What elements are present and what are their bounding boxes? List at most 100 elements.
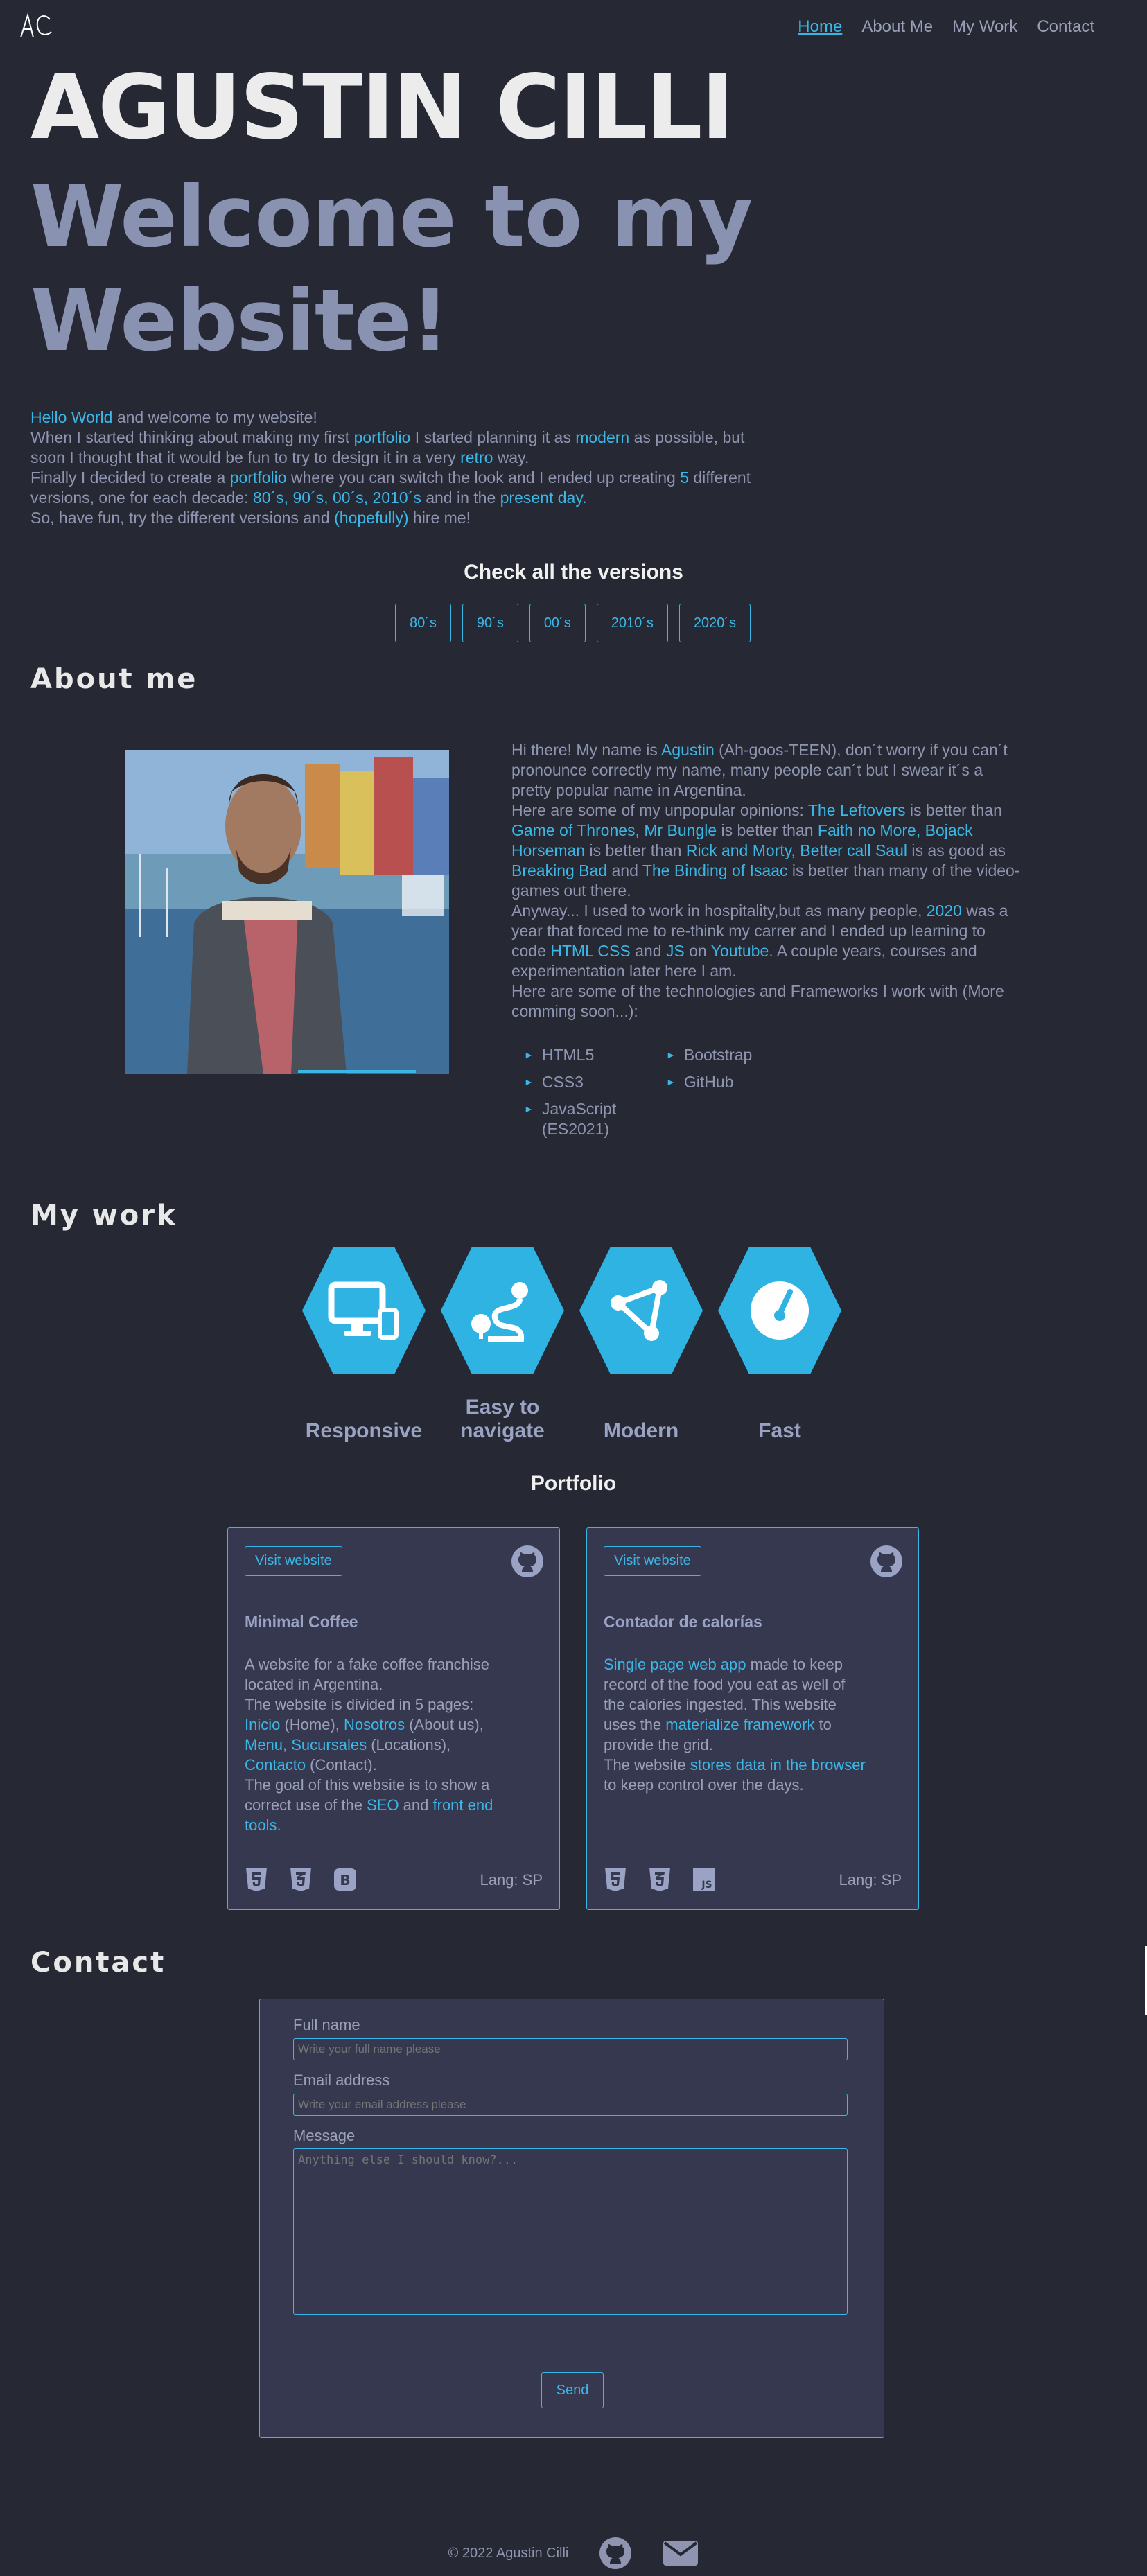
- send-button[interactable]: Send: [541, 2372, 604, 2408]
- full-name-input[interactable]: [293, 2038, 848, 2060]
- bullet-icon: ►: [666, 1076, 676, 1087]
- intro-line-1: Hello World and welcome to my website!: [30, 408, 779, 428]
- tech-label: Bootstrap: [683, 1046, 753, 1064]
- intro-highlight: 5: [680, 468, 689, 487]
- bullet-icon: ►: [524, 1103, 534, 1114]
- nav-home[interactable]: Home: [798, 17, 842, 37]
- intro-highlight: retro: [460, 448, 493, 466]
- about-highlight: Agustin: [661, 741, 715, 759]
- card-footer: B Lang: SP: [245, 1866, 543, 1893]
- nav-my-work[interactable]: My Work: [952, 17, 1017, 37]
- card-title: Contador de calorías: [604, 1613, 762, 1631]
- tech-item: ► GitHub: [666, 1072, 808, 1092]
- site-logo[interactable]: [18, 10, 54, 43]
- about-text-span: is as good as: [907, 841, 1006, 859]
- card-highlight: Menu, Sucursales: [245, 1736, 367, 1753]
- github-icon[interactable]: [599, 2536, 632, 2570]
- logo-icon: [20, 12, 52, 38]
- card-description: A website for a fake coffee franchise lo…: [245, 1654, 508, 1835]
- profile-photo-image: [125, 750, 449, 1074]
- about-highlight: HTML CSS: [550, 942, 631, 960]
- tech-list: ► HTML5 ► Bootstrap ► CSS3 ► GitHub ► JavaScr…: [524, 1045, 808, 1139]
- gauge-icon: [718, 1247, 841, 1374]
- tech-item: ► JavaScript (ES2021): [524, 1099, 666, 1139]
- intro-text-span: So, have fun, try the different versions…: [30, 509, 335, 527]
- card-text: The website is divided in 5 pages:: [245, 1696, 474, 1713]
- intro-text: Hello World and welcome to my website! W…: [30, 408, 779, 528]
- visit-website-button[interactable]: Visit website: [604, 1546, 701, 1576]
- mail-icon[interactable]: [663, 2539, 699, 2567]
- card-line: Contacto (Contact).: [245, 1755, 508, 1775]
- email-input[interactable]: [293, 2094, 848, 2116]
- card-highlight: Contacto: [245, 1756, 306, 1773]
- card-text: (About us),: [405, 1716, 484, 1733]
- about-paragraph: Here are some of the technologies and Fr…: [511, 982, 1004, 1020]
- about-highlight: Rick and Morty, Better call Saul: [685, 841, 907, 859]
- about-title: About me: [30, 663, 198, 695]
- contact-title: Contact: [30, 1947, 166, 1979]
- intro-line-4: So, have fun, try the different versions…: [30, 508, 779, 528]
- about-highlight: 2020: [926, 902, 962, 920]
- card-text: (Contact).: [306, 1756, 377, 1773]
- features: Responsive Easy to navigate Modern Fast: [302, 1247, 841, 1443]
- card-text: and: [399, 1796, 433, 1814]
- version-2020s-button[interactable]: 2020´s: [678, 604, 751, 642]
- message-textarea[interactable]: [293, 2148, 848, 2315]
- html5-icon: [605, 1868, 626, 1891]
- intro-line-2: When I started thinking about making my …: [30, 428, 779, 468]
- intro-highlight: portfolio: [353, 428, 411, 446]
- visit-website-button[interactable]: Visit website: [245, 1546, 342, 1576]
- intro-highlight: (hopefully): [334, 509, 409, 527]
- about-paragraph: Here are some of my unpopular opinions: …: [511, 800, 1024, 901]
- tech-label: HTML5: [541, 1046, 595, 1064]
- version-00s-button[interactable]: 00´s: [529, 604, 586, 642]
- main-nav: Home About Me My Work Contact: [798, 17, 1094, 37]
- version-90s-button[interactable]: 90´s: [462, 604, 518, 642]
- intro-text-span: and welcome to my website!: [112, 408, 317, 426]
- svg-text:JS: JS: [701, 1880, 712, 1891]
- card-title: Minimal Coffee: [245, 1613, 358, 1631]
- github-icon[interactable]: [511, 1545, 544, 1578]
- about-highlight: Game of Thrones, Mr Bungle: [511, 821, 717, 839]
- route-icon: [441, 1247, 564, 1374]
- intro-line-3: Finally I decided to create a portfolio …: [30, 468, 779, 508]
- full-name-label: Full name: [293, 2016, 360, 2033]
- tech-label: GitHub: [683, 1073, 734, 1091]
- card-highlight: materialize framework: [665, 1716, 815, 1733]
- card-highlight: SEO: [367, 1796, 399, 1814]
- versions-title: Check all the versions: [464, 561, 683, 584]
- card-text: to keep control over the days.: [604, 1776, 804, 1794]
- html5-icon: [246, 1868, 267, 1891]
- profile-photo: [125, 750, 449, 1074]
- about-paragraph: Anyway... I used to work in hospitality,…: [511, 901, 1024, 981]
- intro-hello: Hello World: [30, 408, 113, 426]
- intro-highlight: present day.: [500, 489, 587, 507]
- card-line: The goal of this website is to show a co…: [245, 1775, 508, 1835]
- nav-about-me[interactable]: About Me: [861, 17, 933, 37]
- feature-label: Modern: [603, 1419, 679, 1442]
- card-line: Single page web app made to keep record …: [604, 1654, 867, 1755]
- feature-label: Responsive: [305, 1419, 423, 1442]
- bootstrap-icon: B: [334, 1868, 356, 1891]
- card-text: (Locations),: [367, 1736, 451, 1753]
- nav-contact[interactable]: Contact: [1037, 17, 1094, 37]
- portfolio-card: Visit website Minimal Coffee A website f…: [227, 1527, 560, 1910]
- portfolio-title: Portfolio: [530, 1472, 617, 1495]
- feature-fast: Fast: [718, 1247, 841, 1443]
- card-highlight: Single page web app: [604, 1656, 746, 1673]
- copyright: © 2022 Agustin Cilli: [448, 2545, 569, 2561]
- work-title: My work: [30, 1200, 177, 1232]
- bullet-icon: ►: [524, 1076, 534, 1087]
- intro-text-span: When I started thinking about making my …: [30, 428, 354, 446]
- card-line: Menu, Sucursales (Locations),: [245, 1735, 508, 1755]
- version-2010s-button[interactable]: 2010´s: [596, 604, 668, 642]
- card-highlight: Inicio: [245, 1716, 281, 1733]
- card-text: A website for a fake coffee franchise lo…: [245, 1656, 490, 1693]
- about-highlight: Breaking Bad: [511, 861, 608, 879]
- github-icon[interactable]: [870, 1545, 903, 1578]
- version-80s-button[interactable]: 80´s: [395, 604, 451, 642]
- intro-text-span: Finally I decided to create a: [30, 468, 230, 487]
- versions-buttons: 80´s 90´s 00´s 2010´s 2020´s: [395, 604, 751, 642]
- about-text-span: Hi there! My name is: [511, 741, 662, 759]
- intro-highlight: 80´s, 90´s, 00´s, 2010´s: [252, 489, 421, 507]
